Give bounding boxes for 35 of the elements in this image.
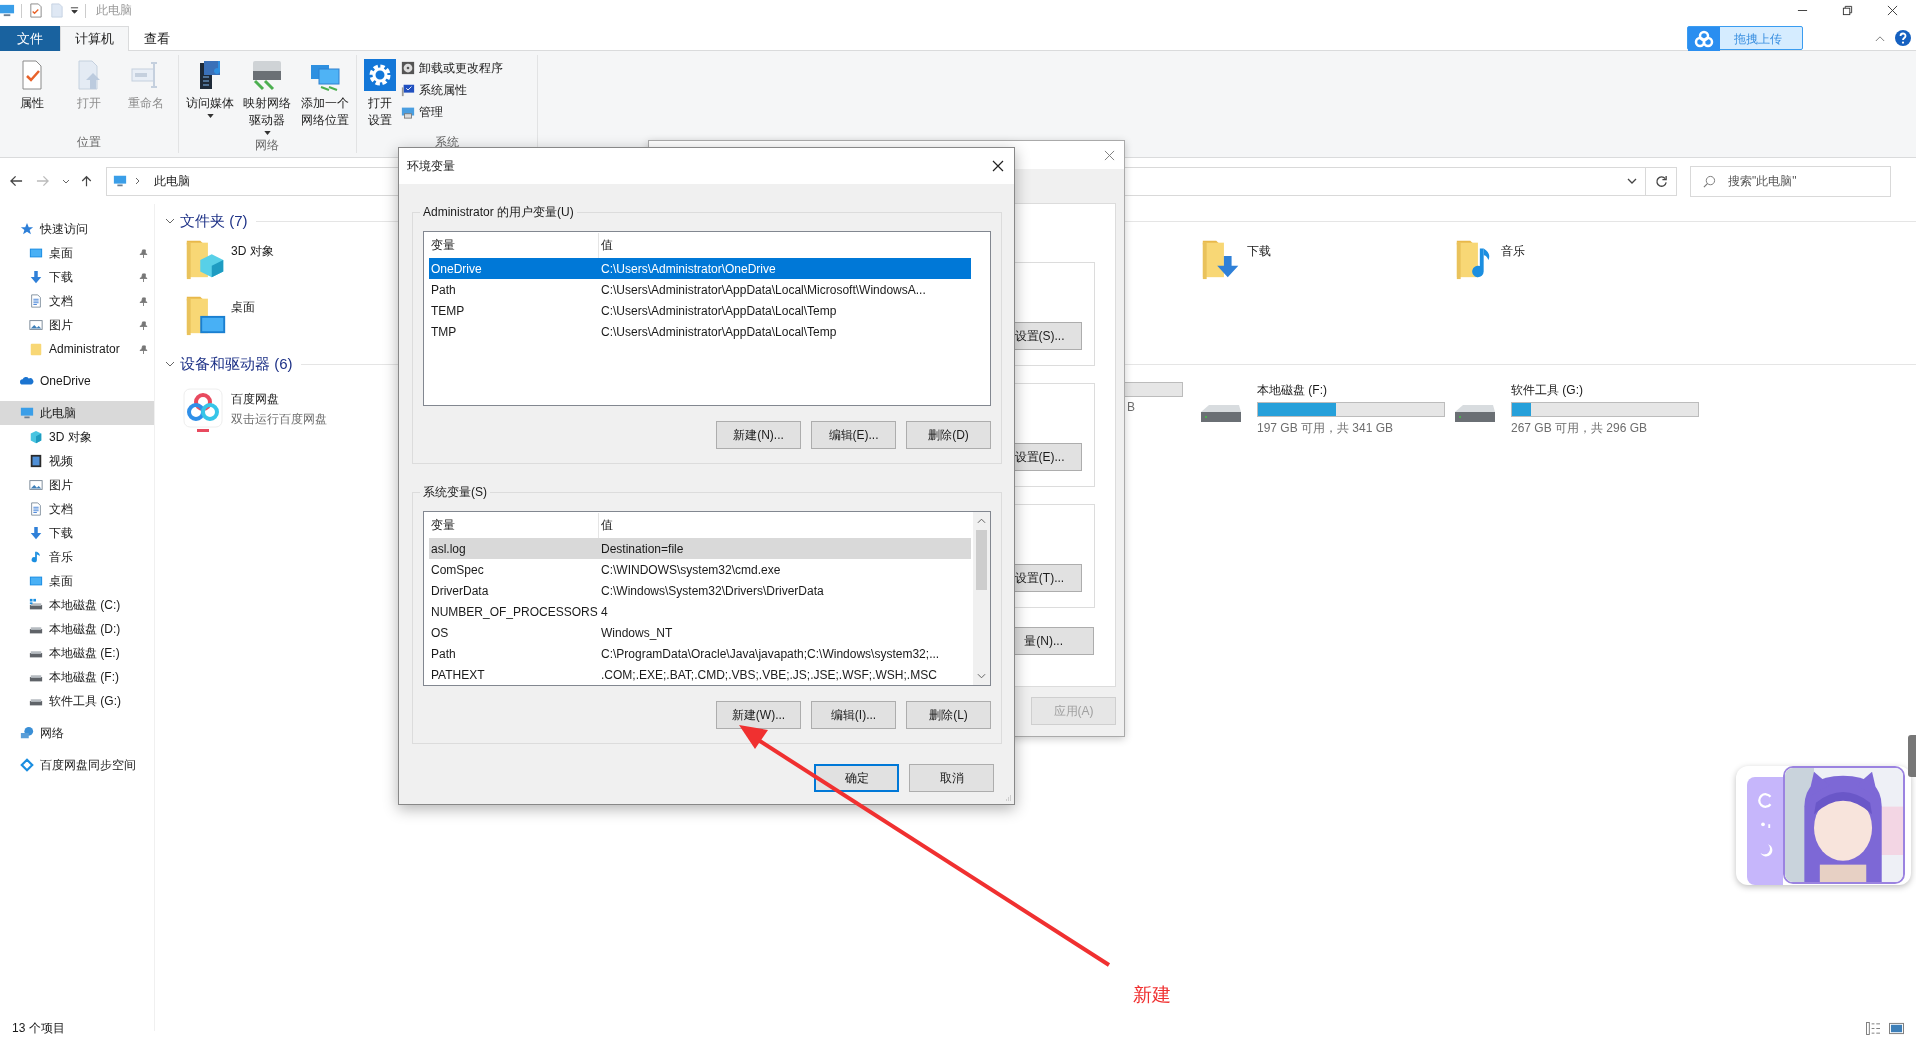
table-cell-text: 4 (600, 604, 609, 619)
table-cell-text: C:\Users\Administrator\AppData\Local\Temp (600, 303, 838, 318)
table-cell-text: PATHEXT (430, 667, 486, 682)
group-label: 系统 (435, 134, 460, 151)
table-cell-text: C:\WINDOWS\system32\cmd.exe (600, 562, 782, 577)
group-label: Administrator 的用户变量(U) (422, 204, 575, 221)
free-space-text: 267 GB 可用，共 296 GB (1511, 420, 1649, 437)
table-cell-text: OneDrive (430, 261, 483, 276)
group-label: 网络 (255, 136, 280, 154)
table-cell-text: TMP (430, 324, 458, 339)
table-cell-text: C:\Users\Administrator\AppData\Local\Microsoft\WindowsA... (600, 282, 927, 297)
table-cell-text: Path (430, 282, 457, 297)
table-cell-text: Destination=file (600, 541, 685, 556)
group-label: 系统变量(S) (422, 484, 488, 501)
dialog-title: 环境变量 (407, 157, 456, 175)
table-cell-text: NUMBER_OF_PROCESSORS (430, 604, 599, 619)
table-cell-text: C:\Users\Administrator\OneDrive (600, 261, 777, 276)
window-title: 此电脑 (96, 2, 132, 19)
group-label: 位置 (76, 134, 101, 151)
annotation-label: 新建 (1133, 983, 1171, 1007)
table-cell-text: Path (430, 646, 457, 661)
table-cell-text: C:\Windows\System32\Drivers\DriverData (600, 583, 825, 598)
table-cell-text: Windows_NT (600, 625, 674, 640)
table-cell-text: asl.log (430, 541, 467, 556)
free-space-text: 197 GB 可用，共 341 GB (1257, 420, 1395, 437)
app-description: 双击运行百度网盘 (231, 411, 327, 428)
table-cell-text: .COM;.EXE;.BAT;.CMD;.VBS;.VBE;.JS;.JSE;.WSF;.WSH;.MSC (600, 667, 938, 682)
table-cell-text: C:\ProgramData\Oracle\Java\javapath;C:\Windows\system32;... (600, 646, 941, 661)
table-cell-text: C:\Users\Administrator\AppData\Local\Temp (600, 324, 838, 339)
free-space-text: B (1126, 400, 1135, 414)
item-count: 13 个项目 (12, 1019, 65, 1037)
table-cell-text: DriverData (430, 583, 490, 598)
table-cell-text: OS (430, 625, 450, 640)
table-cell-text: ComSpec (430, 562, 485, 577)
table-cell-text: TEMP (430, 303, 466, 318)
